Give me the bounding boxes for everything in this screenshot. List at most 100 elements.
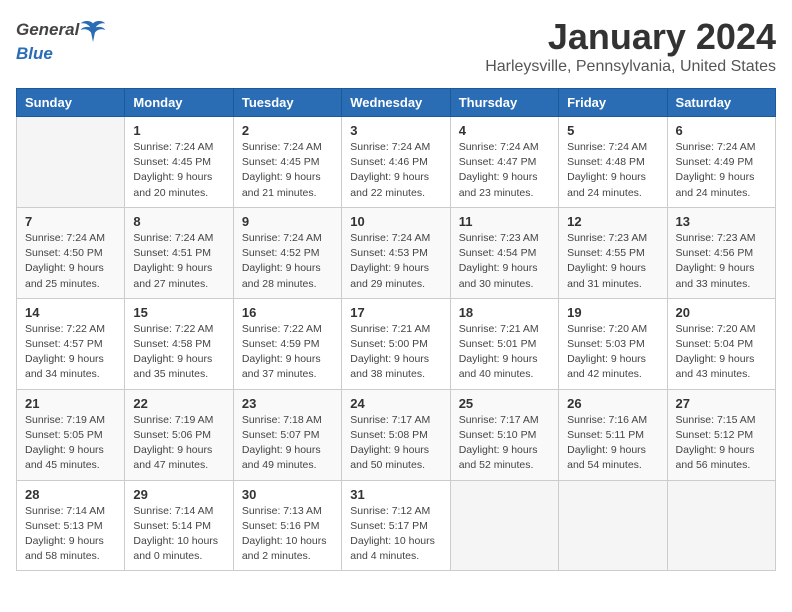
day-number: 20 — [676, 305, 767, 320]
day-number: 23 — [242, 396, 333, 411]
calendar-cell: 28 Sunrise: 7:14 AM Sunset: 5:13 PM Dayli… — [17, 480, 125, 571]
calendar-title: January 2024 — [485, 16, 776, 58]
calendar-cell: 22Sunrise: 7:19 AM Sunset: 5:06 PM Dayli… — [125, 389, 233, 480]
day-info: Sunrise: 7:24 AM Sunset: 4:52 PM Dayligh… — [242, 231, 333, 292]
day-info: Sunrise: 7:24 AM Sunset: 4:51 PM Dayligh… — [133, 231, 224, 292]
day-number: 5 — [567, 123, 658, 138]
day-info: Sunrise: 7:17 AM Sunset: 5:08 PM Dayligh… — [350, 413, 441, 474]
day-info: Sunrise: 7:18 AM Sunset: 5:07 PM Dayligh… — [242, 413, 333, 474]
calendar-cell: 18 Sunrise: 7:21 AM Sunset: 5:01 PM Dayli… — [450, 298, 558, 389]
day-number: 19 — [567, 305, 658, 320]
calendar-table: SundayMondayTuesdayWednesdayThursdayFrid… — [16, 88, 776, 571]
calendar-cell: 5 Sunrise: 7:24 AM Sunset: 4:48 PM Daylig… — [559, 117, 667, 208]
day-header-monday: Monday — [125, 89, 233, 117]
day-number: 6 — [676, 123, 767, 138]
calendar-cell: 6 Sunrise: 7:24 AM Sunset: 4:49 PM Daylig… — [667, 117, 775, 208]
day-info: Sunrise: 7:16 AM Sunset: 5:11 PM Dayligh… — [567, 413, 658, 474]
week-row-3: 14 Sunrise: 7:22 AM Sunset: 4:57 PM Dayli… — [17, 298, 776, 389]
day-info: Sunrise: 7:13 AM Sunset: 5:16 PM Dayligh… — [242, 504, 333, 565]
calendar-cell: 4 Sunrise: 7:24 AM Sunset: 4:47 PM Daylig… — [450, 117, 558, 208]
calendar-cell: 17Sunrise: 7:21 AM Sunset: 5:00 PM Dayli… — [342, 298, 450, 389]
day-number: 30 — [242, 487, 333, 502]
day-info: Sunrise: 7:24 AM Sunset: 4:48 PM Dayligh… — [567, 140, 658, 201]
calendar-cell: 9 Sunrise: 7:24 AM Sunset: 4:52 PM Daylig… — [233, 207, 341, 298]
day-info: Sunrise: 7:15 AM Sunset: 5:12 PM Dayligh… — [676, 413, 767, 474]
day-info: Sunrise: 7:24 AM Sunset: 4:45 PM Dayligh… — [242, 140, 333, 201]
day-number: 15 — [133, 305, 224, 320]
calendar-cell: 20 Sunrise: 7:20 AM Sunset: 5:04 PM Dayli… — [667, 298, 775, 389]
day-number: 9 — [242, 214, 333, 229]
day-header-saturday: Saturday — [667, 89, 775, 117]
calendar-cell: 15 Sunrise: 7:22 AM Sunset: 4:58 PM Dayli… — [125, 298, 233, 389]
calendar-cell: 11 Sunrise: 7:23 AM Sunset: 4:54 PM Dayli… — [450, 207, 558, 298]
page-header: General Blue January 2024 Harleysville, … — [16, 16, 776, 76]
calendar-cell: 1Sunrise: 7:24 AM Sunset: 4:45 PM Daylig… — [125, 117, 233, 208]
calendar-cell: 8 Sunrise: 7:24 AM Sunset: 4:51 PM Daylig… — [125, 207, 233, 298]
day-info: Sunrise: 7:17 AM Sunset: 5:10 PM Dayligh… — [459, 413, 550, 474]
day-number: 18 — [459, 305, 550, 320]
logo-bird-icon — [79, 16, 107, 44]
day-info: Sunrise: 7:22 AM Sunset: 4:57 PM Dayligh… — [25, 322, 116, 383]
week-row-4: 21Sunrise: 7:19 AM Sunset: 5:05 PM Dayli… — [17, 389, 776, 480]
day-number: 24 — [350, 396, 441, 411]
calendar-cell — [559, 480, 667, 571]
day-number: 28 — [25, 487, 116, 502]
day-number: 4 — [459, 123, 550, 138]
calendar-cell: 2 Sunrise: 7:24 AM Sunset: 4:45 PM Daylig… — [233, 117, 341, 208]
calendar-cell: 21Sunrise: 7:19 AM Sunset: 5:05 PM Dayli… — [17, 389, 125, 480]
day-number: 22 — [133, 396, 224, 411]
calendar-cell: 29 Sunrise: 7:14 AM Sunset: 5:14 PM Dayli… — [125, 480, 233, 571]
day-header-wednesday: Wednesday — [342, 89, 450, 117]
day-number: 29 — [133, 487, 224, 502]
day-number: 2 — [242, 123, 333, 138]
day-info: Sunrise: 7:20 AM Sunset: 5:04 PM Dayligh… — [676, 322, 767, 383]
day-number: 26 — [567, 396, 658, 411]
calendar-cell: 27 Sunrise: 7:15 AM Sunset: 5:12 PM Dayli… — [667, 389, 775, 480]
day-info: Sunrise: 7:22 AM Sunset: 4:58 PM Dayligh… — [133, 322, 224, 383]
day-number: 16 — [242, 305, 333, 320]
day-number: 7 — [25, 214, 116, 229]
day-info: Sunrise: 7:24 AM Sunset: 4:49 PM Dayligh… — [676, 140, 767, 201]
day-info: Sunrise: 7:23 AM Sunset: 4:55 PM Dayligh… — [567, 231, 658, 292]
calendar-body: 1 Sunrise: 7:24 AM Sunset: 4:45 PM Daylig… — [17, 117, 776, 571]
day-number: 11 — [459, 214, 550, 229]
calendar-cell: 13Sunrise: 7:23 AM Sunset: 4:56 PM Dayli… — [667, 207, 775, 298]
day-info: Sunrise: 7:14 AM Sunset: 5:14 PM Dayligh… — [133, 504, 224, 565]
calendar-subtitle: Harleysville, Pennsylvania, United State… — [485, 58, 776, 76]
calendar-cell — [17, 117, 125, 208]
logo-general: General — [16, 20, 79, 40]
week-row-2: 7 Sunrise: 7:24 AM Sunset: 4:50 PM Daylig… — [17, 207, 776, 298]
week-row-5: 28 Sunrise: 7:14 AM Sunset: 5:13 PM Dayli… — [17, 480, 776, 571]
calendar-cell: 30 Sunrise: 7:13 AM Sunset: 5:16 PM Dayli… — [233, 480, 341, 571]
day-info: Sunrise: 7:14 AM Sunset: 5:13 PM Dayligh… — [25, 504, 116, 565]
day-info: Sunrise: 7:24 AM Sunset: 4:46 PM Dayligh… — [350, 140, 441, 201]
calendar-cell: 14 Sunrise: 7:22 AM Sunset: 4:57 PM Dayli… — [17, 298, 125, 389]
day-info: Sunrise: 7:23 AM Sunset: 4:54 PM Dayligh… — [459, 231, 550, 292]
week-row-1: 1 Sunrise: 7:24 AM Sunset: 4:45 PM Daylig… — [17, 117, 776, 208]
day-info: Sunrise: 7:24 AM Sunset: 4:47 PM Dayligh… — [459, 140, 550, 201]
calendar-cell: 7 Sunrise: 7:24 AM Sunset: 4:50 PM Daylig… — [17, 207, 125, 298]
day-info: Sunrise: 7:22 AM Sunset: 4:59 PM Dayligh… — [242, 322, 333, 383]
calendar-cell: 24 Sunrise: 7:17 AM Sunset: 5:08 PM Dayli… — [342, 389, 450, 480]
calendar-header: SundayMondayTuesdayWednesdayThursdayFrid… — [17, 89, 776, 117]
title-section: January 2024 Harleysville, Pennsylvania,… — [485, 16, 776, 76]
day-number: 14 — [25, 305, 116, 320]
day-number: 8 — [133, 214, 224, 229]
logo-blue: Blue — [16, 44, 53, 64]
calendar-cell: 23 Sunrise: 7:18 AM Sunset: 5:07 PM Dayli… — [233, 389, 341, 480]
day-number: 10 — [350, 214, 441, 229]
calendar-cell: 25Sunrise: 7:17 AM Sunset: 5:10 PM Dayli… — [450, 389, 558, 480]
day-info: Sunrise: 7:21 AM Sunset: 5:01 PM Dayligh… — [459, 322, 550, 383]
day-info: Sunrise: 7:19 AM Sunset: 5:05 PM Dayligh… — [25, 413, 116, 474]
day-number: 31 — [350, 487, 441, 502]
calendar-cell — [667, 480, 775, 571]
day-number: 27 — [676, 396, 767, 411]
day-info: Sunrise: 7:24 AM Sunset: 4:50 PM Dayligh… — [25, 231, 116, 292]
day-header-tuesday: Tuesday — [233, 89, 341, 117]
calendar-cell: 19 Sunrise: 7:20 AM Sunset: 5:03 PM Dayli… — [559, 298, 667, 389]
calendar-cell: 16 Sunrise: 7:22 AM Sunset: 4:59 PM Dayli… — [233, 298, 341, 389]
day-info: Sunrise: 7:20 AM Sunset: 5:03 PM Dayligh… — [567, 322, 658, 383]
day-number: 1 — [133, 123, 224, 138]
day-header-sunday: Sunday — [17, 89, 125, 117]
day-number: 13 — [676, 214, 767, 229]
